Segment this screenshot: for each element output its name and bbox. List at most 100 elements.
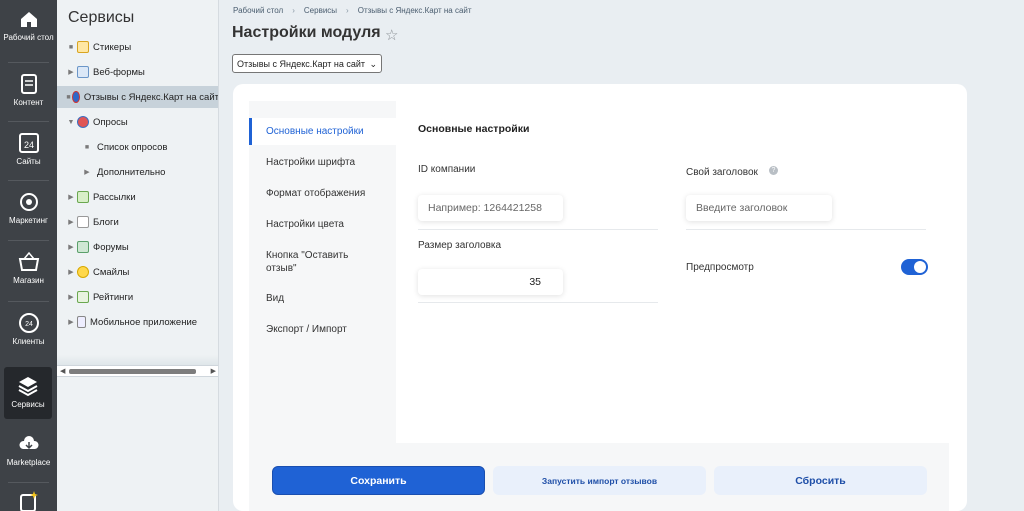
expand-arrow-icon[interactable]: ▶	[81, 168, 93, 176]
form-icon	[77, 66, 89, 78]
help-icon[interactable]: ?	[769, 166, 778, 175]
expand-arrow-icon[interactable]: ▶	[65, 318, 77, 326]
rail-item-sites[interactable]: 24 Сайты	[0, 132, 57, 166]
menu-item-forums[interactable]: ▶ Форумы	[57, 236, 218, 258]
horizontal-scrollbar[interactable]: ◀ ▶	[57, 365, 218, 377]
scroll-left-icon[interactable]: ◀	[60, 367, 65, 375]
menu-item-ratings[interactable]: ▶ Рейтинги	[57, 286, 218, 308]
tab-main-settings[interactable]: Основные настройки	[249, 118, 396, 145]
menu-item-label: Блоги	[93, 216, 119, 228]
header-size-label: Размер заголовка	[418, 240, 502, 251]
collapse-arrow-icon[interactable]: ▼	[65, 119, 77, 126]
expand-arrow-icon[interactable]: ▶	[65, 293, 77, 301]
menu-item-yandex-reviews[interactable]: ■ Отзывы с Яндекс.Карт на сайт	[57, 86, 218, 108]
menu-item-polls[interactable]: ▼ Опросы	[57, 111, 218, 133]
rail-item-marketing[interactable]: Маркетинг	[0, 191, 57, 225]
menu-title: Сервисы	[68, 9, 135, 26]
menu-item-smiles[interactable]: ▶ Смайлы	[57, 261, 218, 283]
save-button[interactable]: Сохранить	[272, 466, 485, 495]
menu-item-label: Мобильное приложение	[90, 316, 198, 328]
sticker-icon	[77, 41, 89, 53]
expand-arrow-icon[interactable]: ▶	[65, 68, 77, 76]
tab-font-settings[interactable]: Настройки шрифта	[249, 156, 396, 169]
start-import-button[interactable]: Запустить импорт отзывов	[493, 466, 706, 495]
svg-text:24: 24	[25, 321, 33, 328]
tab-export-import[interactable]: Экспорт / Импорт	[249, 323, 396, 336]
expand-arrow-icon[interactable]: ▶	[65, 243, 77, 251]
rail-item-shop[interactable]: Магазин	[0, 251, 57, 285]
breadcrumb-yandex-reviews[interactable]: Отзывы с Яндекс.Карт на сайт	[358, 6, 472, 15]
magic-wand-icon	[19, 491, 38, 511]
menu-item-poll-list[interactable]: ■ Список опросов	[57, 136, 218, 158]
menu-item-mobile-app[interactable]: ▶ Мобильное приложение	[57, 311, 218, 333]
menu-item-mailings[interactable]: ▶ Рассылки	[57, 186, 218, 208]
menu-item-label: Стикеры	[93, 41, 132, 53]
page-title: Настройки модуля	[232, 24, 381, 41]
rail-item-services[interactable]: Сервисы	[4, 367, 52, 419]
reset-button[interactable]: Сбросить	[714, 466, 927, 495]
expand-arrow-icon[interactable]: ▶	[65, 268, 77, 276]
mail-icon	[77, 191, 89, 203]
smile-icon	[77, 266, 89, 278]
toggle-knob	[914, 261, 926, 273]
clients-24-icon: 24	[18, 313, 39, 333]
custom-header-input[interactable]: Введите заголовок	[686, 195, 832, 221]
header-size-input[interactable]: 35	[418, 269, 563, 295]
menu-item-label: Рейтинги	[93, 291, 134, 303]
section-title: Основные настройки	[418, 123, 530, 135]
menu-item-webforms[interactable]: ▶ Веб-формы	[57, 61, 218, 83]
menu-item-stickers[interactable]: ■ Стикеры	[57, 36, 218, 58]
expand-arrow-icon[interactable]: ▶	[65, 193, 77, 201]
breadcrumb-desktop[interactable]: Рабочий стол	[233, 6, 283, 15]
svg-text:24: 24	[23, 140, 33, 150]
rail-item-label: Сайты	[16, 157, 41, 166]
yandex-reviews-icon	[72, 91, 80, 103]
favorite-star-icon[interactable]: ☆	[385, 26, 398, 44]
scrollbar-thumb[interactable]	[69, 369, 196, 374]
rail-item-wizard[interactable]	[0, 490, 57, 511]
site-select[interactable]: Отзывы с Яндекс.Карт на сайт ⌄	[232, 54, 382, 73]
services-menu: Сервисы ■ Стикеры ▶ Веб-формы ■ Отзывы с…	[57, 0, 219, 511]
breadcrumb-services[interactable]: Сервисы	[304, 6, 337, 15]
menu-item-label: Форумы	[93, 241, 129, 253]
rating-icon	[77, 291, 89, 303]
tab-display-format[interactable]: Формат отображения	[249, 187, 396, 200]
preview-toggle[interactable]	[901, 259, 928, 275]
forum-icon	[77, 241, 89, 253]
tab-review-button[interactable]: Кнопка "Оставить отзыв"	[249, 249, 369, 275]
rail-item-content[interactable]: Контент	[0, 73, 57, 107]
tab-view[interactable]: Вид	[249, 292, 396, 305]
rail-item-label: Маркетинг	[9, 216, 48, 225]
menu-item-label: Опросы	[93, 116, 128, 128]
bullet-icon: ■	[84, 143, 90, 151]
rail-item-label: Клиенты	[12, 337, 45, 346]
tab-color-settings[interactable]: Настройки цвета	[249, 218, 396, 231]
preview-label: Предпросмотр	[686, 262, 754, 273]
settings-tabs: Основные настройки Настройки шрифта Форм…	[249, 101, 396, 443]
target-icon	[19, 193, 38, 211]
menu-item-label: Смайлы	[93, 266, 130, 278]
menu-item-label: Дополнительно	[97, 166, 166, 178]
bullet-icon: ■	[66, 93, 71, 101]
scroll-right-icon[interactable]: ▶	[211, 367, 216, 375]
bullet-icon: ■	[68, 43, 74, 51]
custom-header-label: Свой заголовок	[686, 167, 758, 178]
poll-icon	[77, 116, 89, 128]
menu-item-label: Рассылки	[93, 191, 136, 203]
rail-item-desktop[interactable]: Рабочий стол	[0, 8, 57, 42]
chevron-down-icon: ⌄	[369, 58, 377, 69]
site-select-value: Отзывы с Яндекс.Карт на сайт	[237, 58, 366, 69]
document-icon	[20, 74, 37, 94]
company-id-label: ID компании	[418, 164, 476, 175]
expand-arrow-icon[interactable]: ▶	[65, 218, 77, 226]
rail-item-marketplace[interactable]: Marketplace	[0, 433, 57, 467]
rail-item-label: Рабочий стол	[3, 33, 54, 42]
menu-item-additional[interactable]: ▶ Дополнительно	[57, 161, 218, 183]
menu-item-label: Веб-формы	[93, 66, 145, 78]
calendar-24-icon: 24	[18, 133, 39, 153]
basket-icon	[18, 251, 39, 271]
menu-item-blogs[interactable]: ▶ Блоги	[57, 211, 218, 233]
company-id-input[interactable]: Например: 1264421258	[418, 195, 563, 221]
rail-item-label: Сервисы	[11, 400, 45, 409]
rail-item-clients[interactable]: 24 Клиенты	[0, 312, 57, 346]
